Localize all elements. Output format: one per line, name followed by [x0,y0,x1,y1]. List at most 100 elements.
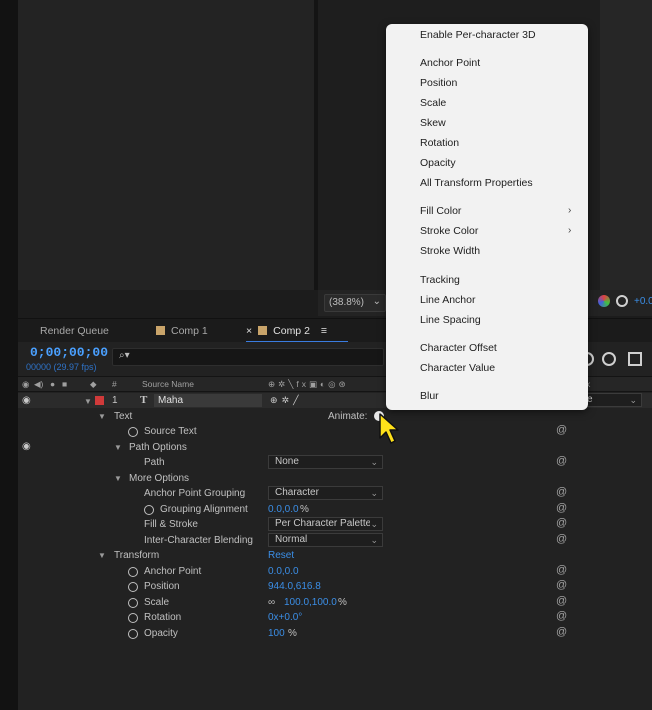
blending-value: Normal [275,534,308,545]
property-fill-stroke: Fill & Stroke [144,519,198,530]
animate-context-menu: Enable Per-character 3D Anchor Point Pos… [386,24,588,410]
submenu-arrow-icon: › [568,225,572,236]
expression-pickwhip-icon[interactable]: @ [556,579,567,591]
property-inter-character-blending: Inter-Character Blending [144,535,253,546]
property-more-options: More Options [129,473,190,484]
stopwatch-icon[interactable] [128,427,138,437]
lock-icon[interactable]: ■ [62,379,67,389]
frame-blend-icon[interactable] [628,352,642,366]
menu-item-line-anchor[interactable]: Line Anchor [420,294,475,306]
menu-item-enable-per-character-3d[interactable]: Enable Per-character 3D [420,29,536,41]
project-panel [18,0,314,290]
search-input[interactable]: ⌕▾ [112,348,384,366]
menu-item-skew[interactable]: Skew [420,117,446,129]
panel-menu-icon[interactable]: ≡ [321,325,327,337]
source-name-header[interactable]: Source Name [142,379,194,389]
menu-item-character-offset[interactable]: Character Offset [420,342,497,354]
animate-label: Animate: [328,411,368,422]
exposure-readout[interactable]: +0.0 [634,296,652,307]
scale-value[interactable]: 100.0,100.0 [284,596,337,610]
blending-select[interactable]: Normal ⌄ [268,533,383,547]
tab-render-queue[interactable]: Render Queue [40,319,109,343]
exposure-icon[interactable] [616,295,628,307]
menu-item-stroke-color[interactable]: Stroke Color [420,225,478,237]
chevron-down-icon: ⌄ [370,488,378,498]
expression-pickwhip-icon[interactable]: @ [556,455,567,467]
search-icon: ⌕▾ [119,350,130,361]
stopwatch-icon[interactable] [128,613,138,623]
property-path: Path [144,457,165,468]
path-value: None [275,456,299,467]
fill-stroke-select[interactable]: Per Character Palette ⌄ [268,517,383,531]
zoom-select[interactable]: (38.8%) ⌄ [324,294,386,312]
expression-pickwhip-icon[interactable]: @ [556,424,567,436]
audio-icon[interactable]: ◀) [34,379,43,390]
graph-editor-icon[interactable] [599,349,619,369]
menu-item-position[interactable]: Position [420,77,457,89]
close-icon[interactable]: × [246,325,252,337]
constrain-proportions-icon[interactable]: ∞ [268,596,275,610]
tab-comp-2[interactable]: × Comp 2 ≡ [246,319,348,343]
path-select[interactable]: None ⌄ [268,455,383,469]
property-anchor-point-grouping: Anchor Point Grouping [144,488,246,499]
current-time-display[interactable]: 0;00;00;00 [30,345,108,360]
stopwatch-icon[interactable] [128,598,138,608]
twirl-down-icon[interactable]: ▼ [84,397,92,406]
menu-item-stroke-width[interactable]: Stroke Width [420,245,480,257]
solo-icon[interactable]: ● [50,379,55,389]
expression-pickwhip-icon[interactable]: @ [556,533,567,545]
composition-icon [156,326,165,335]
tab-comp-1[interactable]: Comp 1 [156,319,208,343]
property-grouping-alignment: Grouping Alignment [160,504,248,515]
opacity-value[interactable]: 100 [268,627,285,641]
grouping-alignment-value[interactable]: 0.0,0.0 [268,503,299,517]
reset-link[interactable]: Reset [268,549,294,563]
anchor-grouping-select[interactable]: Character ⌄ [268,486,383,500]
layer-mode-select[interactable]: e ⌄ [582,393,642,407]
menu-item-tracking[interactable]: Tracking [420,274,460,286]
twirl-down-icon[interactable]: ▼ [114,441,122,455]
layer-switches[interactable]: ⊕✲╱ [270,395,303,406]
property-position: Position [144,581,180,592]
menu-item-rotation[interactable]: Rotation [420,137,459,149]
twirl-down-icon[interactable]: ▼ [98,549,106,563]
eye-icon[interactable]: ◉ [22,379,29,390]
percent-unit: % [338,597,347,608]
stopwatch-icon[interactable] [144,505,154,515]
expression-pickwhip-icon[interactable]: @ [556,486,567,498]
expression-pickwhip-icon[interactable]: @ [556,610,567,622]
property-rotation: Rotation [144,612,182,623]
twirl-down-icon[interactable]: ▼ [114,472,122,486]
menu-item-anchor-point[interactable]: Anchor Point [420,57,480,69]
menu-item-blur[interactable]: Blur [420,390,439,402]
layer-name[interactable]: Maha [154,394,262,407]
stopwatch-icon[interactable] [128,629,138,639]
eye-icon[interactable]: ◉ [22,441,31,452]
twirl-down-icon[interactable]: ▼ [98,410,106,424]
label-tag-icon[interactable]: ◆ [90,379,97,390]
expression-pickwhip-icon[interactable]: @ [556,517,567,529]
menu-item-scale[interactable]: Scale [420,97,446,109]
menu-item-all-transform-properties[interactable]: All Transform Properties [420,177,533,189]
anchor-point-value[interactable]: 0.0,0.0 [268,565,299,579]
menu-item-line-spacing[interactable]: Line Spacing [420,314,481,326]
left-panel-edge [0,0,18,710]
stopwatch-icon[interactable] [128,567,138,577]
mouse-pointer-icon [379,413,399,444]
viewer-side-area [600,0,652,290]
stopwatch-icon[interactable] [128,582,138,592]
eye-icon[interactable]: ◉ [22,395,31,406]
position-value[interactable]: 944.0,616.8 [268,580,321,594]
menu-item-fill-color[interactable]: Fill Color [420,205,461,217]
color-channel-icon[interactable] [598,295,610,307]
menu-item-opacity[interactable]: Opacity [420,157,456,169]
expression-pickwhip-icon[interactable]: @ [556,502,567,514]
percent-unit: % [288,628,297,639]
expression-pickwhip-icon[interactable]: @ [556,564,567,576]
label-color-swatch[interactable] [95,396,104,405]
menu-item-character-value[interactable]: Character Value [420,362,495,374]
rotation-value[interactable]: 0x+0.0° [268,611,302,625]
expression-pickwhip-icon[interactable]: @ [556,626,567,638]
expression-pickwhip-icon[interactable]: @ [556,595,567,607]
layer-number: 1 [112,395,118,406]
